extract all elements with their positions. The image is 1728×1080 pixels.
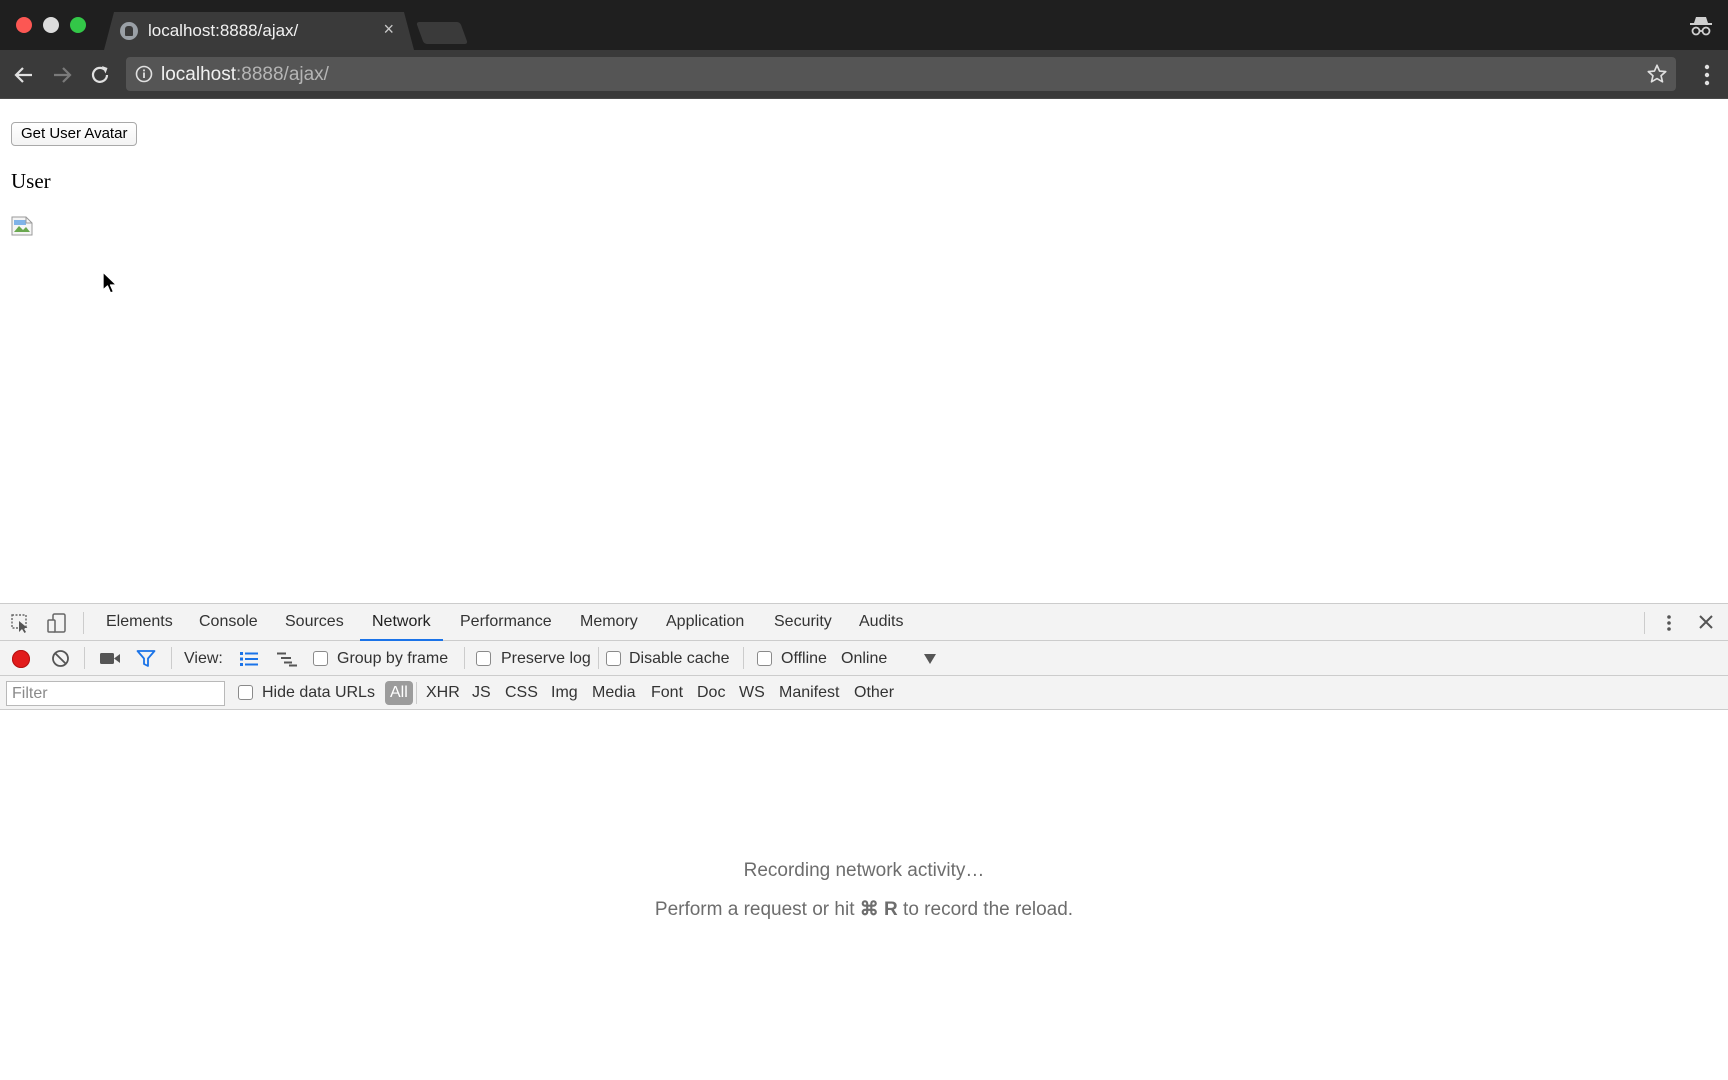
type-filter-img[interactable]: Img — [551, 684, 578, 702]
large-rows-view-icon[interactable] — [239, 651, 259, 667]
type-filter-font[interactable]: Font — [651, 684, 683, 702]
reload-shortcut: ⌘ R — [859, 899, 898, 920]
page-viewport: Get User Avatar User — [0, 99, 1728, 604]
record-icon[interactable] — [12, 650, 30, 668]
browser-menu-icon[interactable] — [1696, 63, 1718, 87]
group-by-frame-label: Group by frame — [337, 650, 449, 667]
bookmark-star-icon[interactable] — [1646, 63, 1668, 85]
broken-image-icon — [11, 216, 33, 236]
tab-console[interactable]: Console — [187, 604, 270, 641]
mouse-cursor-icon — [102, 271, 118, 294]
inspect-element-icon[interactable] — [10, 613, 32, 633]
forward-arrow-icon[interactable] — [50, 63, 74, 87]
hide-data-urls-checkbox[interactable] — [238, 685, 253, 700]
window-close-button[interactable] — [16, 17, 32, 33]
type-filter-other[interactable]: Other — [854, 684, 894, 702]
toolbar-divider — [171, 647, 172, 669]
toolbar-divider — [598, 647, 599, 669]
devtools-tab-bar: Elements Console Sources Network Perform… — [0, 604, 1728, 641]
device-toolbar-icon[interactable] — [46, 613, 68, 633]
toolbar-divider — [84, 647, 85, 669]
url-host: localhost — [161, 64, 236, 85]
filter-input[interactable] — [6, 681, 225, 706]
disable-cache-label: Disable cache — [629, 650, 730, 667]
browser-tab[interactable]: localhost:8888/ajax/ × — [104, 12, 414, 50]
tab-audits[interactable]: Audits — [847, 604, 915, 641]
reload-icon[interactable] — [88, 63, 112, 87]
url-path: :8888/ajax/ — [236, 64, 329, 85]
offline-label: Offline — [781, 650, 827, 667]
type-filter-manifest[interactable]: Manifest — [779, 684, 839, 702]
toolbar-divider — [464, 647, 465, 669]
network-toolbar: View: Group by frame Preserve log Disabl… — [0, 641, 1728, 676]
clear-icon[interactable] — [51, 649, 70, 668]
view-label: View: — [184, 650, 223, 667]
tab-elements[interactable]: Elements — [94, 604, 185, 641]
tab-application[interactable]: Application — [654, 604, 756, 641]
browser-toolbar: localhost:8888/ajax/ — [0, 50, 1728, 99]
network-filter-bar: Hide data URLs All XHR JS CSS Img Media … — [0, 676, 1728, 710]
favicon-icon — [120, 22, 138, 40]
browser-tab-strip: localhost:8888/ajax/ × — [0, 0, 1728, 50]
offline-checkbox[interactable] — [757, 651, 772, 666]
back-arrow-icon[interactable] — [12, 63, 36, 87]
incognito-icon — [1690, 17, 1712, 36]
toolbar-divider — [743, 647, 744, 669]
overview-waterfall-icon[interactable] — [276, 651, 298, 667]
toolbar-divider — [83, 612, 84, 634]
reload-hint-suffix: to record the reload. — [897, 899, 1074, 920]
type-filter-xhr[interactable]: XHR — [426, 684, 460, 702]
tab-title: localhost:8888/ajax/ — [148, 21, 299, 40]
reload-hint-prefix: Perform a request or hit — [654, 899, 860, 920]
tab-network[interactable]: Network — [360, 604, 443, 641]
window-minimize-button[interactable] — [43, 17, 59, 33]
throttling-select[interactable]: Online — [841, 650, 887, 668]
network-empty-state: Recording network activity… Perform a re… — [0, 710, 1728, 1080]
screenshot-camera-icon[interactable] — [99, 651, 121, 666]
toolbar-divider — [1644, 612, 1645, 634]
type-filter-all[interactable]: All — [385, 681, 413, 705]
preserve-log-label: Preserve log — [501, 650, 591, 667]
devtools-menu-icon[interactable] — [1663, 613, 1675, 633]
tab-performance[interactable]: Performance — [448, 604, 564, 641]
group-by-frame-checkbox[interactable] — [313, 651, 328, 666]
new-tab-button[interactable] — [415, 22, 469, 44]
reload-hint: Perform a request or hit ⌘ R to record t… — [0, 898, 1728, 921]
toolbar-divider — [416, 682, 417, 704]
tab-memory[interactable]: Memory — [568, 604, 650, 641]
type-filter-ws[interactable]: WS — [739, 684, 765, 702]
url-text[interactable]: localhost:8888/ajax/ — [161, 64, 329, 86]
info-icon[interactable] — [135, 65, 153, 83]
type-filter-media[interactable]: Media — [592, 684, 636, 702]
hide-data-urls-label: Hide data URLs — [262, 684, 375, 701]
window-maximize-button[interactable] — [70, 17, 86, 33]
tab-sources[interactable]: Sources — [273, 604, 356, 641]
address-bar[interactable]: localhost:8888/ajax/ — [126, 57, 1676, 91]
tab-close-icon[interactable]: × — [383, 19, 394, 40]
chevron-down-icon[interactable] — [924, 654, 936, 664]
user-heading: User — [11, 169, 51, 193]
filter-funnel-icon[interactable] — [136, 649, 156, 668]
tab-security[interactable]: Security — [762, 604, 844, 641]
preserve-log-checkbox[interactable] — [476, 651, 491, 666]
disable-cache-checkbox[interactable] — [606, 651, 621, 666]
type-filter-css[interactable]: CSS — [505, 684, 538, 702]
close-devtools-icon[interactable] — [1696, 612, 1716, 632]
recording-message: Recording network activity… — [743, 860, 985, 881]
type-filter-js[interactable]: JS — [472, 684, 491, 702]
devtools-panel: Elements Console Sources Network Perform… — [0, 603, 1728, 1080]
get-user-avatar-button[interactable]: Get User Avatar — [11, 122, 138, 146]
type-filter-doc[interactable]: Doc — [697, 684, 725, 702]
